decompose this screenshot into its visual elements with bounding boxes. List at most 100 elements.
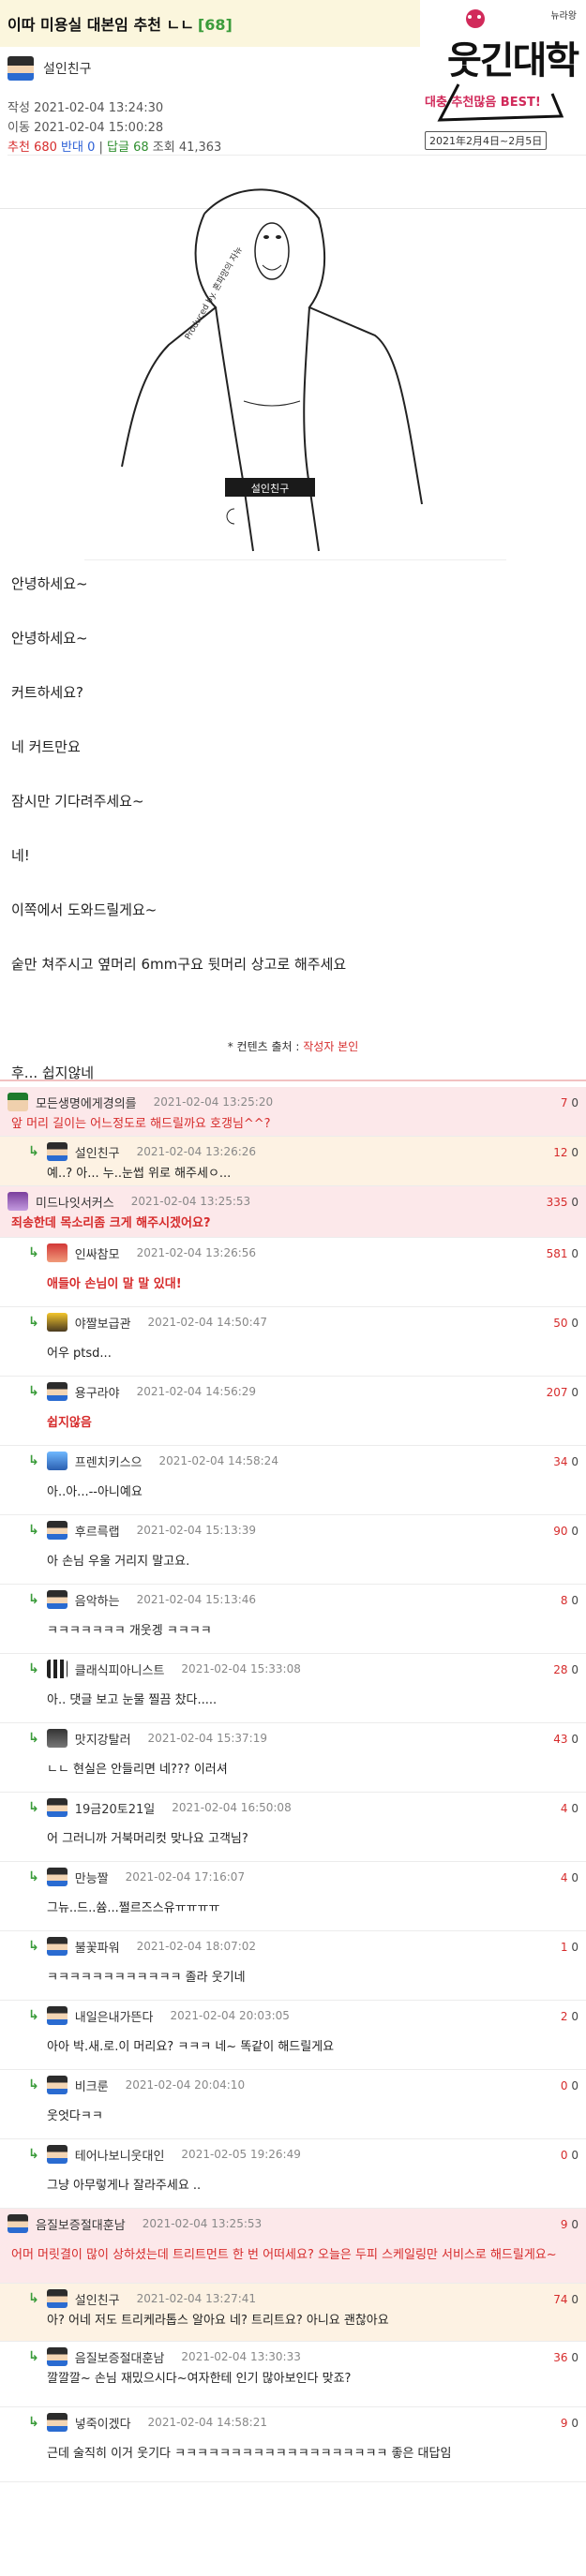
commenter-nick[interactable]: 넣죽이겠다	[75, 2414, 131, 2432]
comment-votes: 34 0	[553, 1455, 578, 1468]
comment-count[interactable]: [68]	[198, 16, 233, 34]
comment-text: 아아 박.새.로.이 머리요? ㅋㅋㅋ 네~ 똑같이 해드릴게요	[47, 2040, 335, 2054]
downvote-count[interactable]: 0	[571, 2293, 578, 2306]
downvote-count[interactable]: 0	[571, 1386, 578, 1399]
upvote-count[interactable]: 0	[561, 2079, 568, 2092]
commenter-avatar	[46, 1521, 68, 1540]
downvote-count[interactable]: 0	[571, 1096, 578, 1109]
downvote-count[interactable]: 0	[571, 2351, 578, 2364]
reply-comment: ↳ 음질보증절대훈남 2021-02-04 13:30:33 36 0 깔깔깔~ 손님 …	[0, 2342, 586, 2407]
comment-date: 2021-02-04 13:25:20	[153, 1095, 274, 1109]
comment-header: ↳ 불꽃파워 2021-02-04 18:07:02	[28, 1937, 256, 1956]
commenter-nick[interactable]: 19금20토21일	[75, 1799, 156, 1817]
comment-text: 아 손님 우울 거리지 말고요.	[47, 1555, 190, 1569]
comments-divider	[0, 1080, 586, 1081]
comment-votes: 207 0	[547, 1386, 578, 1399]
downvote-count[interactable]: 0	[571, 2079, 578, 2092]
comment-text: 근데 술직히 이거 웃기다 ㅋㅋㅋㅋㅋㅋㅋㅋㅋㅋㅋㅋㅋㅋㅋㅋㅋㅋㅋ 좋은 대답임	[47, 2447, 452, 2461]
downvote-count[interactable]: 0	[571, 2417, 578, 2430]
comment-text: 깔깔깔~ 손님 재밌으시다~여자한테 인기 많아보인다 맞죠?	[47, 2372, 352, 2386]
comment-votes: 581 0	[547, 1247, 578, 1260]
upvote-count[interactable]: 34	[553, 1455, 567, 1468]
commenter-nick[interactable]: 설인친구	[75, 1143, 120, 1161]
commenter-nick[interactable]: 모든생명에게경의를	[36, 1094, 137, 1111]
downvote-count[interactable]: 0	[571, 1525, 578, 1538]
reply-arrow-icon: ↳	[28, 1939, 39, 1954]
upvote-count[interactable]: 1	[561, 1941, 568, 1954]
reply-comment: ↳ 설인친구 2021-02-04 13:27:41 74 0 아? 어네 저도 트리케…	[0, 2284, 586, 2342]
comment-votes: 36 0	[553, 2351, 578, 2364]
upvote-count[interactable]: 335	[547, 1196, 568, 1209]
commenter-nick[interactable]: 내일은내가뜬다	[75, 2007, 154, 2025]
downvote-count[interactable]: 0	[571, 2010, 578, 2023]
source-link[interactable]: 작성자 본인	[303, 1040, 358, 1053]
commenter-nick[interactable]: 클래식피아니스트	[75, 1660, 165, 1678]
comment-date: 2021-02-05 19:26:49	[181, 2148, 301, 2161]
commenter-nick[interactable]: 설인친구	[75, 2290, 120, 2308]
downvote-count[interactable]: 0	[571, 1871, 578, 1884]
comment-text: ㄴㄴ 현실은 안들리면 네??? 이러셔	[47, 1763, 228, 1777]
upvote-count[interactable]: 9	[561, 2417, 568, 2430]
upvote-count[interactable]: 7	[561, 1096, 568, 1109]
downvote-count[interactable]: 0	[571, 1146, 578, 1159]
downvote-count[interactable]: 0	[571, 1941, 578, 1954]
downvote-count[interactable]: 0	[571, 1802, 578, 1815]
upvote-count[interactable]: 36	[553, 2351, 567, 2364]
commenter-avatar	[46, 2413, 68, 2432]
commenter-nick[interactable]: 프렌치키스으	[75, 1452, 143, 1470]
downvote-count[interactable]: 0	[571, 1733, 578, 1746]
upvote-count[interactable]: 90	[553, 1525, 567, 1538]
commenter-nick[interactable]: 테어나보니웃대인	[75, 2146, 165, 2164]
downvote-count[interactable]: 0	[571, 1317, 578, 1330]
upvote-count[interactable]: 28	[553, 1663, 567, 1676]
recommend-label: 추천	[8, 141, 30, 155]
upvote-count[interactable]: 43	[553, 1733, 567, 1746]
commenter-avatar	[46, 1142, 68, 1161]
post-title[interactable]: 이따 미용실 대본임 추천 ㄴㄴ [68]	[8, 12, 233, 35]
downvote-count[interactable]: 0	[571, 1663, 578, 1676]
downvote-count[interactable]: 0	[571, 1196, 578, 1209]
downvote-count[interactable]: 0	[571, 1247, 578, 1260]
post-header: 이따 미용실 대본임 추천 ㄴㄴ [68] 설인친구 작성 2021-02-04 …	[0, 0, 586, 209]
downvote-count[interactable]: 0	[571, 2218, 578, 2231]
commenter-nick[interactable]: 만능짤	[75, 1869, 109, 1886]
upvote-count[interactable]: 581	[547, 1247, 568, 1260]
upvote-count[interactable]: 4	[561, 1802, 568, 1815]
comment-header: ↳ 프렌치키스으 2021-02-04 14:58:24	[28, 1452, 278, 1470]
site-logo[interactable]: 뉴라왕 웃긴대학 대충 추천많음 BEST! 2021年2月4日~2月5日	[421, 0, 582, 161]
upvote-count[interactable]: 74	[553, 2293, 567, 2306]
upvote-count[interactable]: 207	[547, 1386, 568, 1399]
reply-comment: ↳ 후르륵랩 2021-02-04 15:13:39 90 0 아 손님 우울 거리지 …	[0, 1515, 586, 1585]
upvote-count[interactable]: 12	[553, 1146, 567, 1159]
comment-date: 2021-02-04 13:25:53	[142, 2217, 263, 2230]
commenter-nick[interactable]: 비크룬	[75, 2077, 109, 2094]
commenter-nick[interactable]: 맛지강탈러	[75, 1730, 131, 1748]
commenter-nick[interactable]: 음질보증절대훈남	[36, 2215, 126, 2233]
upvote-count[interactable]: 4	[561, 1871, 568, 1884]
commenter-nick[interactable]: 음악하는	[75, 1591, 120, 1609]
comment-header: ↳ 음악하는 2021-02-04 15:13:46	[28, 1590, 256, 1609]
upvote-count[interactable]: 2	[561, 2010, 568, 2023]
upvote-count[interactable]: 0	[561, 2149, 568, 2162]
downvote-count[interactable]: 0	[571, 1594, 578, 1607]
commenter-nick[interactable]: 인싸참모	[75, 1244, 120, 1262]
post-body: 안녕하세요~ 안녕하세요~ 커트하세요? 네 커트만요 잠시만 기다려주세요~ 네! 이쪽에…	[11, 573, 574, 1117]
downvote-count[interactable]: 0	[571, 2149, 578, 2162]
comment-text: ㅋㅋㅋㅋㅋㅋㅋ 개웃겡 ㅋㅋㅋㅋ	[47, 1624, 212, 1638]
commenter-nick[interactable]: 음질보증절대훈남	[75, 2348, 165, 2366]
author-name[interactable]: 설인친구	[43, 59, 92, 78]
upvote-count[interactable]: 8	[561, 1594, 568, 1607]
commenter-nick[interactable]: 후르륵랩	[75, 1522, 120, 1540]
comment-date: 2021-02-04 15:13:39	[136, 1524, 257, 1537]
upvote-count[interactable]: 9	[561, 2218, 568, 2231]
commenter-nick[interactable]: 불꽃파워	[75, 1938, 120, 1956]
commenter-nick[interactable]: 용구라야	[75, 1383, 120, 1401]
figure-credit: Produced by. 혼파망의 자뉴	[182, 245, 245, 342]
commenter-nick[interactable]: 미드나잇서커스	[36, 1193, 114, 1211]
downvote-count[interactable]: 0	[571, 1455, 578, 1468]
comment-date: 2021-02-04 13:26:26	[136, 1145, 257, 1158]
comment: 음질보증절대훈남 2021-02-04 13:25:53 9 0 어머 머릿결이 많이…	[0, 2209, 586, 2284]
comment-votes: 9 0	[561, 2218, 578, 2231]
commenter-nick[interactable]: 야짤보급관	[75, 1314, 131, 1332]
upvote-count[interactable]: 50	[553, 1317, 567, 1330]
